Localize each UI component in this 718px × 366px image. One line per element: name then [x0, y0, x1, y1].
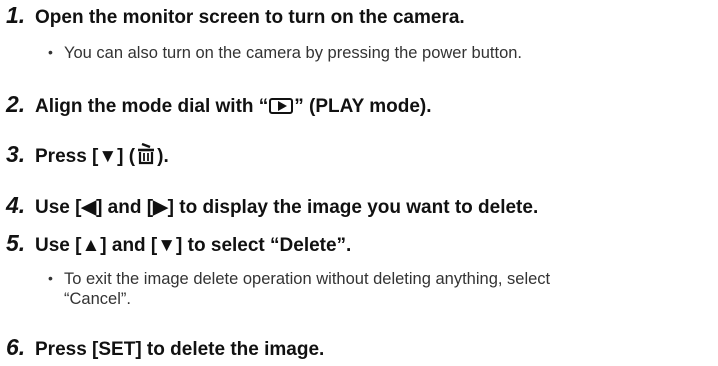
trash-icon	[138, 143, 155, 165]
step-1-note: • You can also turn on the camera by pres…	[48, 42, 522, 63]
step-6: 6. Press [SET] to delete the image.	[6, 334, 324, 361]
step-text: Use [◀] and [▶] to display the image you…	[35, 197, 539, 218]
step-number: 2.	[6, 91, 26, 117]
step-text: Use [▲] and [▼] to select “Delete”.	[35, 235, 352, 256]
step-number: 4.	[6, 192, 26, 218]
step-text-after: ).	[157, 146, 169, 167]
step-3: 3. Press [▼] ().	[6, 141, 169, 168]
bullet-icon: •	[48, 44, 53, 60]
step-text: Press [▼] ().	[35, 143, 169, 167]
step-text: Align the mode dial with “ ” (PLAY mode).	[35, 96, 432, 117]
step-number: 5.	[6, 230, 26, 256]
play-mode-icon	[269, 98, 294, 114]
step-number: 3.	[6, 141, 26, 167]
step-number: 6.	[6, 334, 26, 360]
step-4: 4. Use [◀] and [▶] to display the image y…	[6, 192, 538, 219]
step-2: 2. Align the mode dial with “ ” (PLAY mode…	[6, 91, 432, 118]
bullet-icon: •	[48, 270, 53, 286]
step-5: 5. Use [▲] and [▼] to select “Delete”.	[6, 230, 351, 257]
step-5-note: • To exit the image delete operation with…	[48, 268, 550, 289]
step-text-after: ” (PLAY mode).	[294, 96, 432, 117]
step-1: 1. Open the monitor screen to turn on the…	[6, 2, 465, 29]
step-text: Open the monitor screen to turn on the c…	[35, 7, 465, 28]
step-text-before: Align the mode dial with “	[35, 96, 269, 117]
step-text-before: Press [▼] (	[35, 146, 136, 167]
step-5-note-continued: “Cancel”.	[64, 290, 131, 308]
note-text-line-1: To exit the image delete operation witho…	[64, 270, 551, 288]
step-number: 1.	[6, 2, 26, 28]
note-text: You can also turn on the camera by press…	[64, 44, 523, 62]
step-text: Press [SET] to delete the image.	[35, 339, 325, 360]
